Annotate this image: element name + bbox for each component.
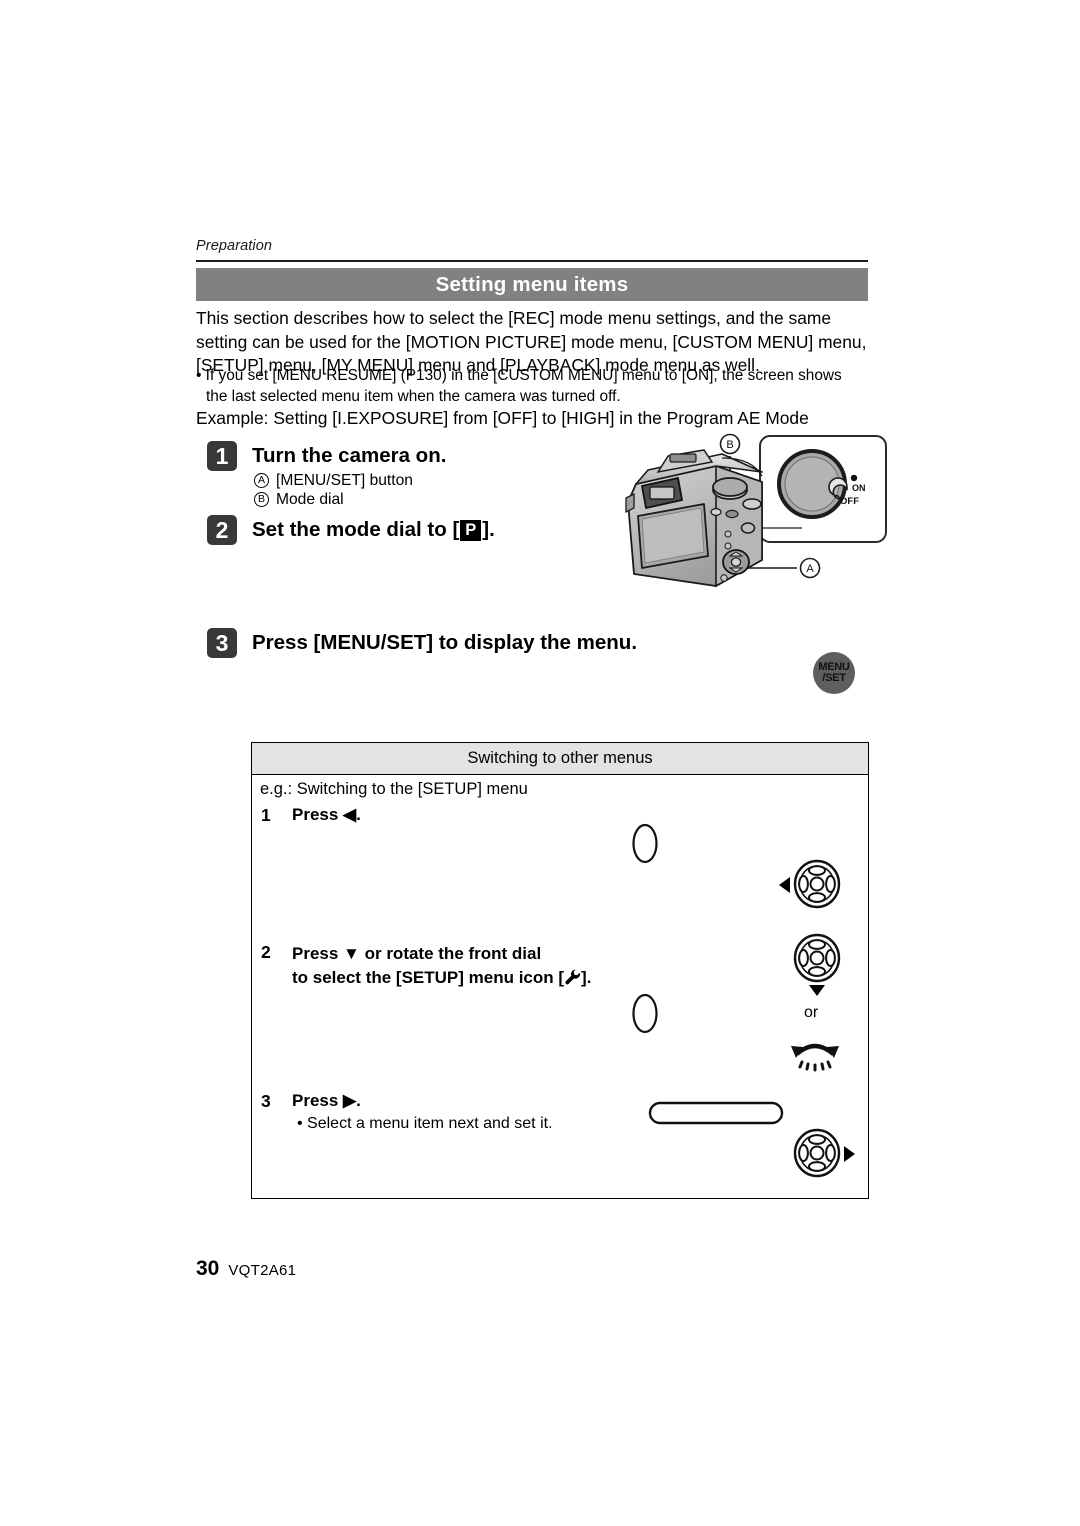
mode-p-icon: P — [460, 519, 482, 541]
switching-menus-box: Switching to other menus e.g.: Switching… — [251, 742, 869, 1199]
page-footer: 30 VQT2A61 — [196, 1257, 296, 1281]
step-2-title-after: ]. — [482, 518, 495, 541]
intro-note: • If you set [MENU RESUME] (P130) in the… — [196, 366, 878, 407]
arrow-down-icon — [809, 985, 825, 996]
example-line: Example: Setting [I.EXPOSURE] from [OFF]… — [196, 408, 809, 428]
substep-2-line2-before: to select the [SETUP] menu icon [ — [292, 968, 565, 987]
camera-body — [625, 449, 763, 588]
camera-illustration: ON OFF B A — [612, 428, 892, 618]
camera-cursor-pad — [722, 549, 750, 575]
substep-2-line1: Press ▼ or rotate the front dial — [292, 944, 542, 963]
step-3-title: Press [MENU/SET] to display the menu. — [252, 631, 638, 654]
substep-2-line2: to select the [SETUP] menu icon []. — [292, 966, 591, 990]
svg-text:ON: ON — [852, 483, 866, 493]
step-1-badge: 1 — [207, 441, 237, 471]
footer-doc-code: VQT2A61 — [228, 1262, 297, 1279]
step-2-badge: 2 — [207, 515, 237, 545]
menu-set-line2: /SET — [822, 672, 846, 684]
section-title: Setting menu items — [435, 272, 629, 296]
step-2-title-before: Set the mode dial to [ — [252, 518, 460, 541]
callout-row-a: A [MENU/SET] button — [254, 471, 413, 490]
cursor-pad-icon-down — [792, 933, 842, 983]
step-2-title: Set the mode dial to [ P ]. — [252, 518, 495, 542]
manual-page: Preparation Setting menu items This sect… — [0, 0, 1080, 1526]
step-3-badge: 3 — [207, 628, 237, 658]
callout-b-label: Mode dial — [276, 491, 344, 508]
substep-3-text: Press ▶. — [292, 1091, 361, 1110]
substep-3-number: 3 — [261, 1091, 271, 1111]
wrench-icon — [564, 968, 581, 985]
svg-text:A: A — [806, 563, 814, 575]
substep-2-line2-after: ]. — [581, 968, 592, 987]
running-head: Preparation — [196, 238, 273, 254]
svg-text:OFF: OFF — [840, 496, 859, 507]
front-dial-rotate-icon — [787, 1037, 843, 1073]
mode-dial-inset: ON OFF — [759, 435, 887, 543]
arrow-left-icon — [779, 877, 790, 893]
cursor-pad-icon-left — [792, 859, 842, 909]
arrow-right-icon — [844, 1146, 855, 1162]
menu-set-button-icon: MENU /SET — [813, 652, 855, 694]
menu-screen-oval-2 — [631, 993, 659, 1034]
intro-note-line2: the last selected menu item when the cam… — [206, 387, 621, 405]
circle-b-icon: B — [254, 492, 269, 507]
step-1-title: Turn the camera on. — [252, 444, 447, 467]
switching-menus-header-label: Switching to other menus — [467, 749, 653, 767]
eg-line: e.g.: Switching to the [SETUP] menu — [260, 780, 528, 798]
substep-2-text: Press ▼ or rotate the front dial to sele… — [292, 942, 591, 990]
callout-row-b: B Mode dial — [254, 490, 413, 509]
cursor-pad-icon-right — [792, 1128, 842, 1178]
circle-a-icon: A — [254, 473, 269, 488]
substep-1-number: 1 — [261, 805, 271, 825]
callout-a-label: [MENU/SET] button — [276, 472, 413, 489]
substep-1-text: Press ◀. — [292, 805, 361, 824]
substep-2-number: 2 — [261, 942, 271, 962]
footer-page-number: 30 — [196, 1257, 220, 1280]
menu-screen-oval-1 — [631, 823, 659, 864]
header-rule — [196, 260, 868, 262]
menu-screen-pill — [648, 1100, 784, 1126]
switching-menus-body: e.g.: Switching to the [SETUP] menu 1 Pr… — [252, 775, 868, 1199]
or-label: or — [804, 1004, 819, 1021]
step-1-callout-list: A [MENU/SET] button B Mode dial — [254, 471, 413, 509]
substep-3-note: • Select a menu item next and set it. — [297, 1115, 553, 1132]
switching-menus-header: Switching to other menus — [252, 743, 868, 775]
intro-note-line1: • If you set [MENU RESUME] (P130) in the… — [196, 367, 842, 384]
section-title-bar: Setting menu items — [196, 268, 868, 301]
svg-text:B: B — [726, 439, 733, 451]
